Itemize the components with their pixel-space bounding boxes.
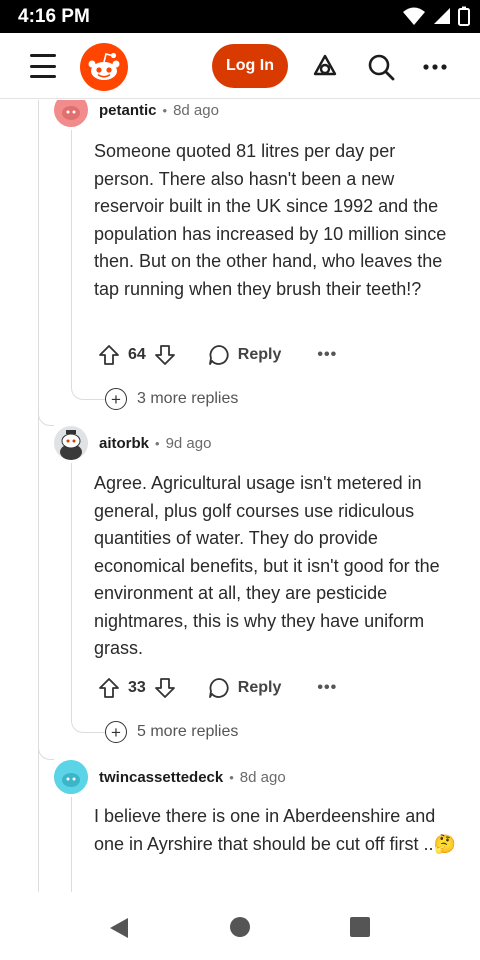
more-replies-link[interactable]: + 3 more replies [105, 388, 238, 410]
comment-age: 8d ago [173, 101, 219, 119]
comment-username[interactable]: aitorbk [99, 435, 149, 452]
separator-dot: • [162, 102, 168, 118]
menu-icon[interactable] [30, 54, 56, 78]
recents-icon[interactable] [349, 916, 371, 938]
more-replies-label: 3 more replies [137, 390, 239, 407]
status-bar: 4:16 PM [0, 0, 480, 33]
comment-more-options[interactable]: ••• [317, 346, 337, 364]
upvote-icon[interactable] [98, 677, 120, 699]
comment-actions: 33 Reply ••• [98, 673, 337, 703]
reply-button[interactable]: Reply [208, 344, 282, 366]
status-time: 4:16 PM [18, 6, 90, 27]
reddit-logo-icon[interactable] [80, 43, 128, 91]
search-icon[interactable] [366, 52, 396, 82]
upvote-icon[interactable] [98, 344, 120, 366]
comment-header: twincassettedeck • 8d ago [54, 760, 286, 794]
comment-header: aitorbk • 9d ago [54, 426, 211, 460]
plus-icon: + [105, 388, 127, 410]
separator-dot: • [155, 435, 160, 451]
login-button[interactable]: Log In [212, 44, 288, 88]
popular-icon[interactable] [310, 52, 340, 82]
reply-label: Reply [237, 346, 282, 363]
vote-count: 33 [128, 679, 146, 696]
comment-body: Agree. Agricultural usage isn't metered … [94, 473, 440, 658]
avatar[interactable] [54, 426, 88, 460]
thread-connector [71, 711, 105, 733]
reply-icon [208, 345, 229, 365]
comment-header: petantic • 8d ago [54, 100, 219, 127]
back-icon[interactable] [108, 916, 130, 940]
more-options-icon[interactable] [420, 52, 450, 82]
thread-connector [71, 378, 105, 400]
downvote-icon[interactable] [154, 677, 176, 699]
vote-count: 64 [128, 346, 146, 363]
snoo-avatar-icon [54, 100, 88, 127]
wifi-icon [403, 7, 425, 25]
reply-button[interactable]: Reply [208, 677, 282, 699]
thread-line [71, 797, 72, 892]
comment-username[interactable]: petantic [99, 102, 157, 119]
avatar[interactable] [54, 760, 88, 794]
comment-age: 8d ago [239, 768, 286, 786]
comment-thread: petantic • 8d ago Someone quoted 81 litr… [0, 100, 480, 892]
status-icons [402, 6, 470, 26]
reply-icon [208, 678, 229, 698]
plus-icon: + [105, 721, 127, 743]
navigation-bar [0, 892, 480, 960]
comment-body: I believe there is one in Aberdeenshire … [94, 806, 456, 854]
battery-icon [458, 6, 470, 26]
comment-age: 9d ago [165, 434, 212, 452]
reply-label: Reply [237, 679, 282, 696]
thread-connector [38, 748, 54, 760]
more-replies-link[interactable]: + 5 more replies [105, 721, 238, 743]
separator-dot: • [229, 769, 234, 785]
more-replies-label: 5 more replies [137, 723, 239, 740]
thread-line [71, 130, 72, 388]
snoo-avatar-icon [54, 426, 88, 460]
thread-line [38, 100, 39, 892]
thread-connector [38, 414, 54, 426]
downvote-icon[interactable] [154, 344, 176, 366]
snoo-avatar-icon [54, 760, 88, 794]
comment-more-options[interactable]: ••• [317, 679, 337, 697]
comment-username[interactable]: twincassettedeck [99, 769, 223, 786]
home-icon[interactable] [229, 916, 251, 938]
cellular-signal-icon [434, 8, 450, 24]
thread-line [71, 463, 72, 721]
comment-actions: 64 Reply ••• [98, 340, 337, 370]
app-header: Log In [0, 33, 480, 99]
comment-body: Someone quoted 81 litres per day per per… [94, 141, 447, 299]
avatar[interactable] [54, 100, 88, 127]
